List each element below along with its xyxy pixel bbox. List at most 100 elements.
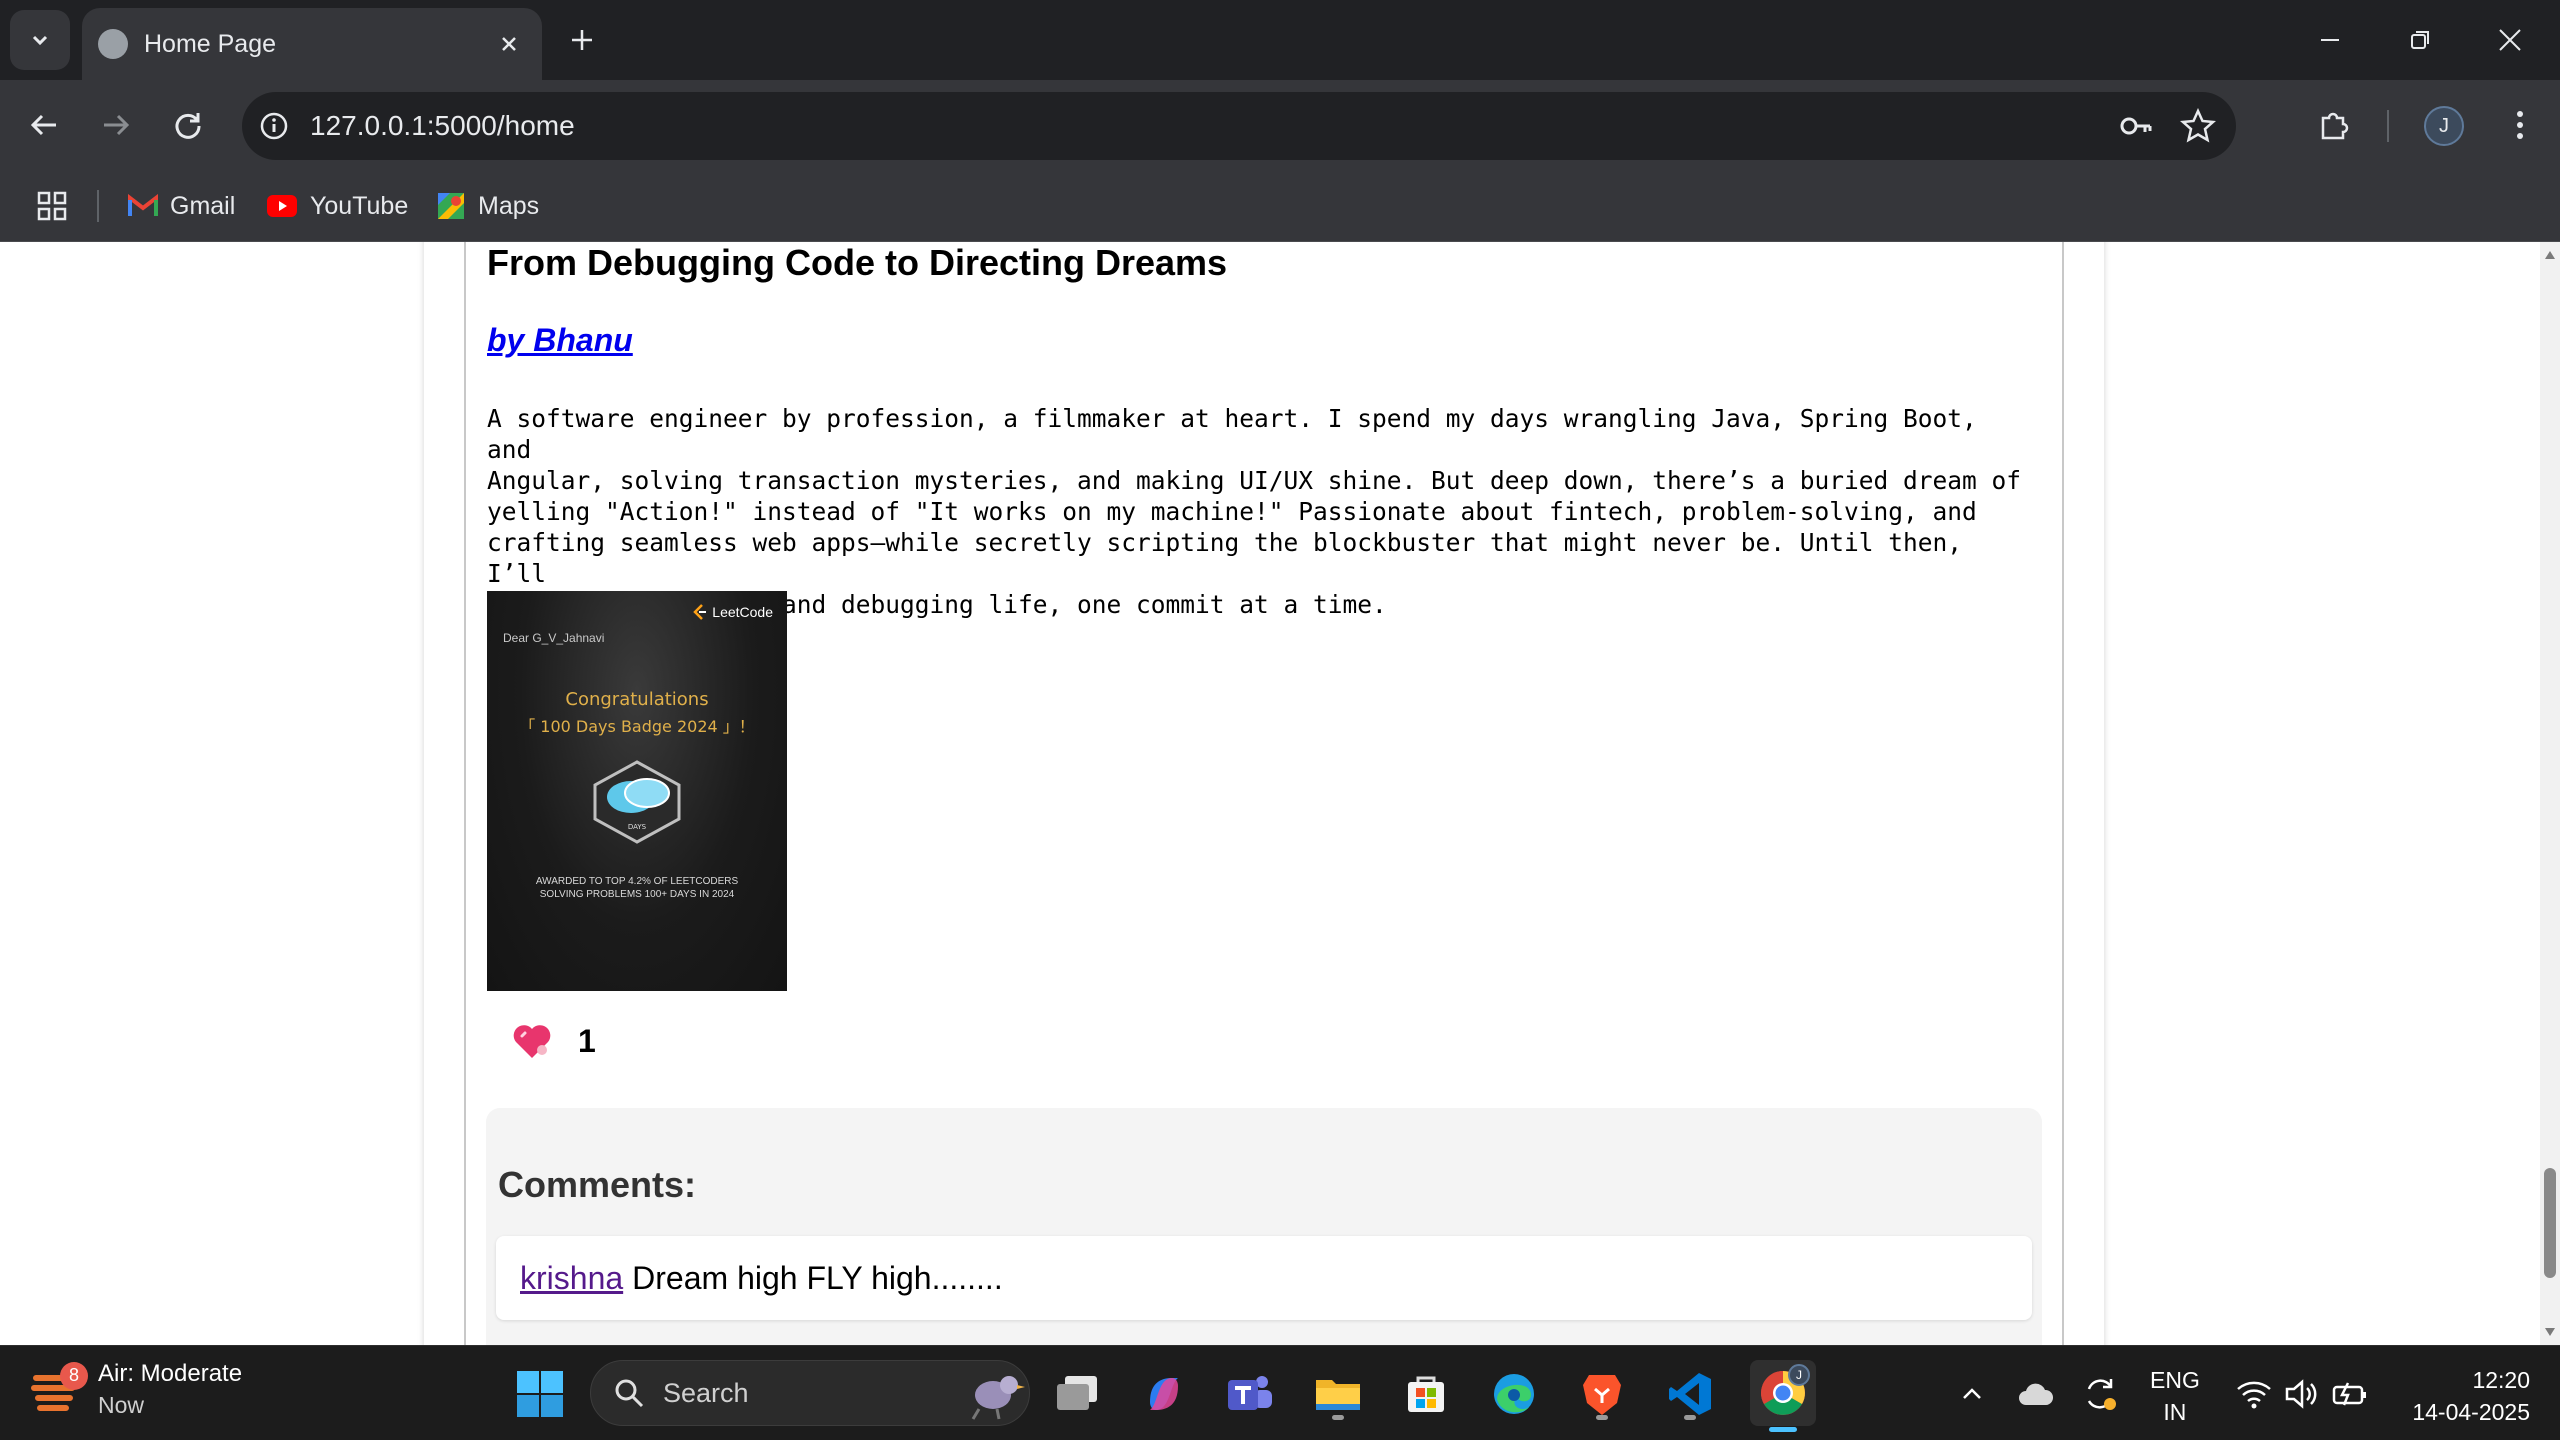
comment-user-link[interactable]: krishna xyxy=(520,1260,623,1297)
badge-gem-icon: DAYS xyxy=(593,760,681,844)
taskbar-search-text: Search xyxy=(663,1377,749,1408)
site-info-icon[interactable] xyxy=(256,108,292,144)
restore-button[interactable] xyxy=(2384,10,2456,70)
vscode-button[interactable] xyxy=(1662,1366,1718,1422)
tab-search-button[interactable] xyxy=(10,10,70,70)
maps-icon xyxy=(438,193,464,219)
address-bar[interactable]: 127.0.0.1:5000/home xyxy=(242,92,2236,160)
apps-grid-icon xyxy=(37,191,67,221)
reload-icon xyxy=(175,113,201,139)
cloud-icon xyxy=(2019,1383,2054,1405)
taskbar-search[interactable]: Search xyxy=(590,1360,1030,1426)
search-icon xyxy=(615,1379,644,1408)
running-indicator xyxy=(1596,1415,1608,1420)
youtube-icon xyxy=(267,195,297,217)
badge-award-line1: AWARDED TO TOP 4.2% OF LEETCODERS xyxy=(535,876,739,887)
page-viewport: From Debugging Code to Directing Dreams … xyxy=(0,242,2540,1345)
toolbar-divider xyxy=(2387,110,2389,142)
post-title: From Debugging Code to Directing Dreams xyxy=(487,242,1228,283)
extensions-button[interactable] xyxy=(2310,101,2358,149)
heart-icon[interactable] xyxy=(512,1022,552,1060)
wifi-icon xyxy=(2237,1381,2271,1409)
task-view-button[interactable] xyxy=(1050,1366,1106,1422)
clock[interactable]: 12:20 14-04-2025 xyxy=(2390,1364,2530,1428)
chevron-up-icon xyxy=(1963,1388,1981,1399)
tab-title: Home Page xyxy=(144,29,277,58)
store-icon xyxy=(1408,1376,1444,1412)
minimize-icon xyxy=(2321,39,2339,41)
chrome-profile-badge: J xyxy=(1788,1364,1810,1386)
page-scrollbar[interactable] xyxy=(2540,242,2560,1345)
sync-icon xyxy=(2087,1379,2116,1410)
weather-widget[interactable]: 8 Air: Moderate Now xyxy=(30,1360,242,1419)
chrome-button[interactable]: J xyxy=(1750,1360,1816,1432)
leetcode-icon xyxy=(693,604,707,620)
close-icon xyxy=(2499,29,2521,51)
badge-gem-label: DAYS xyxy=(628,823,647,831)
globe-icon xyxy=(98,29,128,59)
scrollbar-thumb[interactable] xyxy=(2544,1168,2556,1278)
wifi-button[interactable] xyxy=(2234,1374,2274,1414)
weather-badge: 8 xyxy=(60,1361,88,1390)
new-tab-button[interactable] xyxy=(560,18,604,62)
kebab-menu-icon xyxy=(2517,111,2523,139)
language-indicator[interactable]: ENG IN xyxy=(2150,1364,2200,1428)
badge-recipient: Dear G_V_Jahnavi xyxy=(503,631,605,645)
gmail-icon xyxy=(128,194,158,216)
bookmark-maps[interactable]: Maps xyxy=(436,184,539,228)
windows-logo-icon xyxy=(517,1371,563,1417)
battery-button[interactable] xyxy=(2330,1374,2370,1414)
author-link[interactable]: by Bhanu xyxy=(487,322,633,359)
teams-icon xyxy=(1228,1376,1272,1410)
plus-icon xyxy=(572,30,592,50)
profile-avatar[interactable]: J xyxy=(2424,106,2464,146)
reload-button[interactable] xyxy=(164,101,212,149)
weather-subtitle: Now xyxy=(98,1392,145,1418)
browser-menu-button[interactable] xyxy=(2496,101,2544,149)
url-text[interactable]: 127.0.0.1:5000/home xyxy=(310,110,2112,142)
bookmark-youtube[interactable]: YouTube xyxy=(266,184,408,228)
forward-button[interactable] xyxy=(92,101,140,149)
tab-close-button[interactable] xyxy=(492,27,526,61)
running-indicator xyxy=(1332,1415,1344,1420)
file-explorer-button[interactable] xyxy=(1310,1366,1366,1422)
scroll-down-arrow-icon[interactable] xyxy=(2543,1325,2557,1339)
folder-icon xyxy=(1316,1380,1360,1410)
sync-status-button[interactable] xyxy=(2080,1374,2120,1414)
start-button[interactable] xyxy=(512,1366,568,1422)
weather-title: Air: Moderate xyxy=(98,1360,243,1387)
password-key-icon[interactable] xyxy=(2112,102,2160,150)
close-icon xyxy=(502,37,516,51)
teams-button[interactable] xyxy=(1222,1366,1278,1422)
show-hidden-icons-button[interactable] xyxy=(1952,1374,1992,1414)
minimize-button[interactable] xyxy=(2294,10,2366,70)
battery-charging-icon xyxy=(2332,1382,2366,1406)
back-button[interactable] xyxy=(20,101,68,149)
bookmark-star-icon[interactable] xyxy=(2174,102,2222,150)
comment-text: Dream high FLY high........ xyxy=(632,1259,1003,1296)
scroll-up-arrow-icon[interactable] xyxy=(2543,248,2557,262)
brave-button[interactable] xyxy=(1574,1366,1630,1422)
browser-toolbar: 127.0.0.1:5000/home J xyxy=(0,80,2560,170)
tab-home-page[interactable]: Home Page xyxy=(82,8,542,80)
brave-lion-icon xyxy=(1583,1375,1621,1415)
comment-item: krishna Dream high FLY high........ xyxy=(496,1236,2032,1320)
bookmarks-bar: Gmail YouTube Maps xyxy=(0,170,2560,242)
bookmark-gmail[interactable]: Gmail xyxy=(128,184,235,228)
close-window-button[interactable] xyxy=(2474,10,2546,70)
active-indicator xyxy=(1769,1427,1797,1432)
apps-grid-button[interactable] xyxy=(32,186,72,226)
air-quality-icon: 8 xyxy=(30,1361,88,1416)
onedrive-button[interactable] xyxy=(2016,1374,2056,1414)
copilot-button[interactable] xyxy=(1136,1366,1192,1422)
microsoft-store-button[interactable] xyxy=(1398,1366,1454,1422)
volume-button[interactable] xyxy=(2282,1374,2322,1414)
badge-congrats: Congratulations xyxy=(565,689,709,710)
arrow-left-icon xyxy=(30,114,56,136)
bookmark-label: Maps xyxy=(478,191,540,220)
badge-award-text: AWARDED TO TOP 4.2% OF LEETCODERS SOLVIN… xyxy=(487,875,787,901)
clock-date: 14-04-2025 xyxy=(2412,1399,2530,1425)
leetcode-wordmark: LeetCode xyxy=(712,604,773,620)
edge-button[interactable] xyxy=(1486,1366,1542,1422)
restore-icon xyxy=(2411,31,2429,49)
